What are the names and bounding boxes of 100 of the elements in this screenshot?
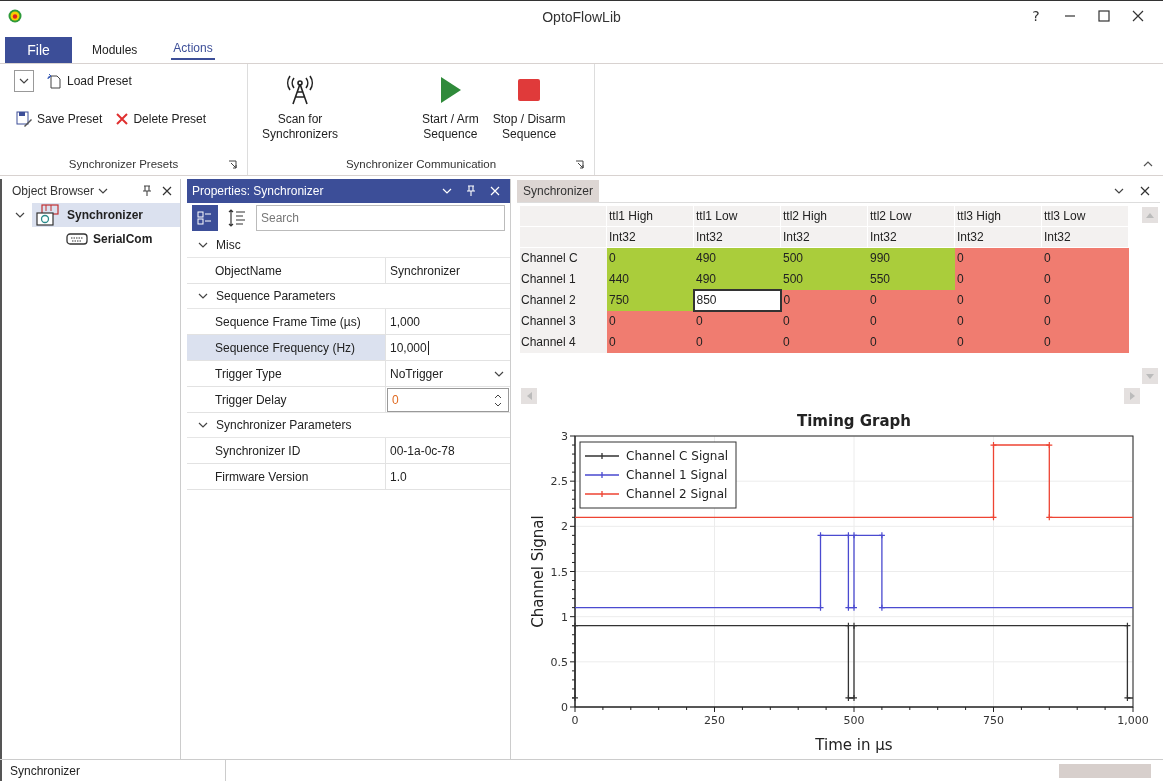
chevron-down-icon[interactable] (198, 293, 208, 299)
ribbon-button[interactable]: Stop / Disarm Sequence (490, 72, 568, 153)
property-name[interactable]: Synchronizer ID (187, 438, 386, 463)
property-name[interactable]: Sequence Frequency (Hz) (187, 335, 386, 360)
row-header: Channel 1 (519, 268, 607, 290)
ribbon-button[interactable]: Save Preset (14, 109, 105, 129)
tick-label: 0.5 (550, 655, 568, 669)
chevron-down-icon (494, 370, 504, 377)
tick-label: 750 (983, 714, 1004, 727)
ribbon-tab[interactable]: Actions (171, 38, 215, 60)
ribbon-button[interactable]: Delete Preset (114, 110, 209, 128)
maximize-icon (1098, 10, 1110, 22)
dropdown-toggle[interactable] (14, 70, 34, 92)
column-header: ttl1 High (606, 205, 694, 227)
close-icon (1132, 10, 1144, 22)
document-icon (46, 73, 62, 89)
tick-label: 2.5 (550, 475, 568, 489)
chevron-down-icon[interactable] (98, 188, 109, 194)
tick-label: 1,000 (1117, 714, 1149, 727)
group-label: Synchronizer Presets (68, 158, 179, 170)
camera-icon (36, 204, 62, 226)
chevron-down-icon[interactable] (15, 212, 25, 218)
property-value[interactable]: 1.0 (386, 464, 510, 489)
delete-icon (116, 113, 129, 125)
status-text: Synchronizer (10, 763, 81, 778)
help-button[interactable]: ? (1019, 2, 1053, 30)
property-value[interactable]: 10,000 (386, 335, 510, 360)
tree-item[interactable]: Synchronizer (32, 203, 180, 227)
tick-label: 250 (704, 714, 725, 727)
file-menu-tab[interactable]: File (5, 37, 72, 63)
pin-icon[interactable] (142, 185, 152, 197)
column-header: ttl3 High (954, 205, 1042, 227)
ribbon-button[interactable]: Start / Arm Sequence (420, 72, 481, 153)
panel-title: Object Browser (12, 184, 95, 198)
tick-label: 500 (843, 714, 865, 727)
arrow-down-icon (1146, 373, 1154, 379)
tick-label: 0 (561, 701, 568, 714)
category-label: Synchronizer Parameters (216, 418, 352, 432)
property-value[interactable]: Synchronizer (386, 258, 510, 283)
property-name[interactable]: Sequence Frame Time (µs) (187, 309, 386, 334)
save-icon (16, 111, 32, 127)
antenna-icon (284, 74, 316, 106)
property-name[interactable]: Trigger Delay (187, 387, 386, 412)
connector-icon (66, 233, 88, 245)
tick-label: 0 (571, 714, 579, 727)
arrow-right-icon (1129, 392, 1135, 400)
column-header: ttl2 Low (867, 205, 955, 227)
spinner-field[interactable]: 0 (387, 388, 509, 412)
close-icon[interactable] (1140, 185, 1150, 196)
column-header: ttl3 Low (1041, 205, 1129, 227)
sort-list-icon (228, 209, 246, 227)
legend-swatch (584, 471, 620, 479)
app-logo-icon (8, 9, 22, 23)
tick-label: 3 (561, 430, 568, 443)
column-header: ttl1 Low (693, 205, 781, 227)
cell-editor[interactable]: 850 (693, 289, 781, 311)
legend-swatch (584, 490, 620, 498)
chart-title: Timing Graph (797, 412, 911, 430)
category-label: Sequence Parameters (216, 289, 336, 303)
legend-label: Channel 2 Signal (626, 487, 728, 501)
ribbon-button[interactable]: Scan for Synchronizers (260, 72, 341, 153)
tick-label: 1.5 (550, 565, 568, 579)
axis-label: Time in µs (815, 736, 893, 754)
legend-label: Channel 1 Signal (626, 468, 728, 482)
column-header: ttl2 High (780, 205, 868, 227)
search-field[interactable]: Search (256, 205, 505, 231)
ribbon-tab[interactable]: Modules (76, 37, 154, 63)
row-header: Channel 2 (519, 289, 607, 311)
legend-swatch (584, 452, 620, 460)
arrow-up-icon (1146, 212, 1154, 218)
panel-title: Properties: Synchronizer (192, 184, 324, 198)
document-tab[interactable]: Synchronizer (517, 180, 600, 203)
property-name[interactable]: Firmware Version (187, 464, 386, 489)
chevron-down-icon[interactable] (198, 422, 208, 428)
property-value[interactable]: 00-1a-0c-78 (386, 438, 510, 463)
legend-label: Channel C Signal (626, 449, 729, 463)
chevron-down-icon[interactable] (1114, 187, 1124, 194)
close-icon[interactable] (162, 186, 172, 196)
dialog-launcher-icon[interactable] (575, 160, 584, 169)
spin-down-icon[interactable] (494, 401, 502, 407)
categorized-icon (197, 210, 213, 226)
tick-label: 1 (561, 610, 568, 624)
row-header: Channel 4 (519, 331, 607, 353)
dropdown-field[interactable]: NoTrigger (386, 361, 510, 386)
chevron-down-icon[interactable] (198, 242, 208, 248)
group-label: Synchronizer Communication (345, 158, 497, 170)
collapse-ribbon-icon[interactable] (1143, 161, 1153, 167)
category-label: Misc (216, 238, 241, 252)
categorized-view-button[interactable] (192, 205, 218, 231)
property-name[interactable]: ObjectName (187, 258, 386, 283)
spin-up-icon[interactable] (494, 393, 502, 399)
property-name[interactable]: Trigger Type (187, 361, 386, 386)
dialog-launcher-icon[interactable] (228, 160, 237, 169)
property-value[interactable]: 1,000 (386, 309, 510, 334)
axis-label: Channel Signal (529, 515, 547, 628)
tree-item[interactable]: SerialCom (62, 227, 180, 251)
row-header: Channel C (519, 247, 607, 269)
chevron-down-icon (19, 78, 29, 84)
ribbon-button[interactable]: Load Preset (44, 71, 134, 91)
row-header: Channel 3 (519, 310, 607, 332)
